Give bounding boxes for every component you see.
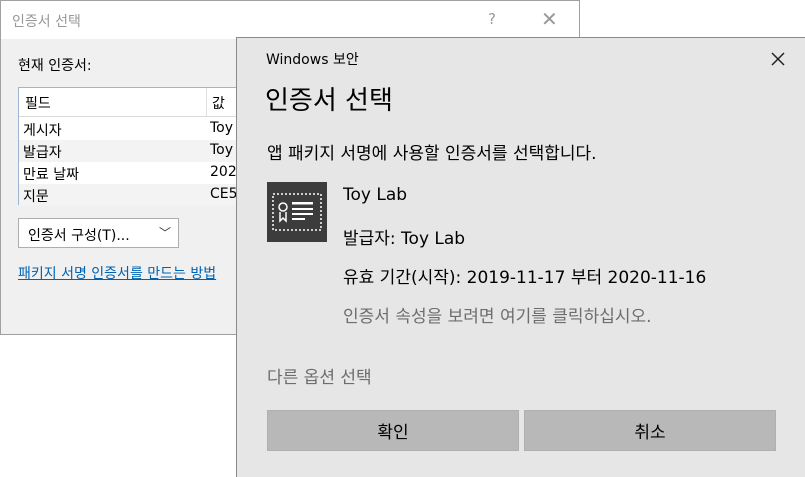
cancel-button[interactable]: 취소 bbox=[524, 410, 776, 451]
close-icon[interactable] bbox=[767, 48, 789, 70]
more-options-link[interactable]: 다른 옵션 선택 bbox=[267, 363, 372, 388]
row-value: CE5 bbox=[210, 186, 238, 202]
ok-button[interactable]: 확인 bbox=[267, 410, 519, 451]
dialog-description: 앱 패키지 서명에 사용할 인증서를 선택합니다. bbox=[267, 144, 597, 164]
create-certificate-help-link[interactable]: 패키지 서명 인증서를 만드는 방법 bbox=[18, 263, 216, 283]
windows-security-dialog: Windows 보안 인증서 선택 앱 패키지 서명에 사용할 인증서를 선택합… bbox=[236, 37, 805, 477]
certificate-name[interactable]: Toy Lab bbox=[343, 185, 407, 205]
chevron-down-icon: ﹀ bbox=[158, 226, 171, 240]
column-header-field[interactable]: 필드 bbox=[25, 93, 51, 113]
row-field: 게시자 bbox=[23, 123, 62, 139]
row-field: 지문 bbox=[23, 189, 49, 205]
certificate-issuer: 발급자: Toy Lab bbox=[343, 229, 466, 249]
row-value: Toy bbox=[210, 142, 234, 158]
dropdown-label: 인증서 구성(T)... bbox=[28, 228, 130, 244]
certificate-icon bbox=[267, 182, 327, 242]
dialog-app-title: Windows 보안 bbox=[266, 52, 359, 68]
dialog-titlebar: 인증서 선택 ? ✕ bbox=[1, 1, 579, 39]
row-field: 만료 날짜 bbox=[23, 167, 79, 183]
dialog-title: 인증서 선택 bbox=[12, 14, 81, 30]
certificate-validity: 유효 기간(시작): 2019-11-17 부터 2020-11-16 bbox=[343, 268, 707, 288]
dialog-heading: 인증서 선택 bbox=[265, 86, 393, 116]
close-button[interactable]: ✕ bbox=[541, 7, 558, 31]
configure-certificate-dropdown[interactable]: 인증서 구성(T)... ﹀ bbox=[18, 218, 179, 248]
certificate-properties-link[interactable]: 인증서 속성을 보려면 여기를 클릭하십시오. bbox=[343, 302, 652, 327]
column-divider[interactable] bbox=[206, 88, 207, 116]
current-certificate-label: 현재 인증서: bbox=[18, 58, 92, 74]
row-value: Toy bbox=[210, 120, 234, 136]
row-field: 발급자 bbox=[23, 145, 62, 161]
column-header-value[interactable]: 값 bbox=[212, 93, 225, 113]
help-button[interactable]: ? bbox=[488, 10, 496, 28]
